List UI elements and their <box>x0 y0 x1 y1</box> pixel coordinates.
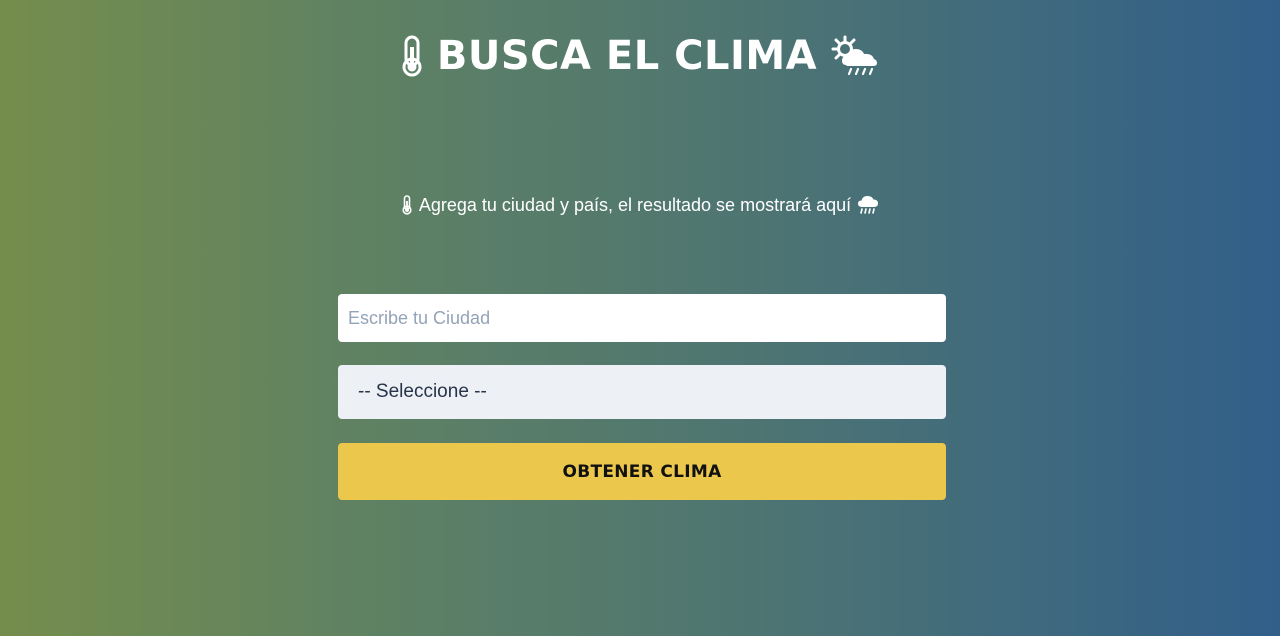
get-weather-button[interactable]: OBTENER CLIMA <box>338 443 946 500</box>
rain-cloud-icon <box>857 195 879 215</box>
country-select[interactable]: -- Seleccione -- <box>338 365 946 419</box>
result-placeholder: Agrega tu ciudad y país, el resultado se… <box>0 192 1280 218</box>
sun-behind-rain-cloud-icon <box>829 35 881 77</box>
page-header: BUSCA EL CLIMA <box>0 28 1280 84</box>
city-input[interactable] <box>338 294 946 342</box>
thermometer-icon <box>399 35 425 77</box>
get-weather-button-label: OBTENER CLIMA <box>562 461 722 482</box>
page-title: BUSCA EL CLIMA <box>436 33 818 79</box>
thermometer-icon <box>401 195 413 215</box>
weather-search-form: -- Seleccione -- OBTENER CLIMA <box>338 294 946 500</box>
result-placeholder-text: Agrega tu ciudad y país, el resultado se… <box>418 195 852 215</box>
country-select-value: -- Seleccione -- <box>358 381 487 402</box>
